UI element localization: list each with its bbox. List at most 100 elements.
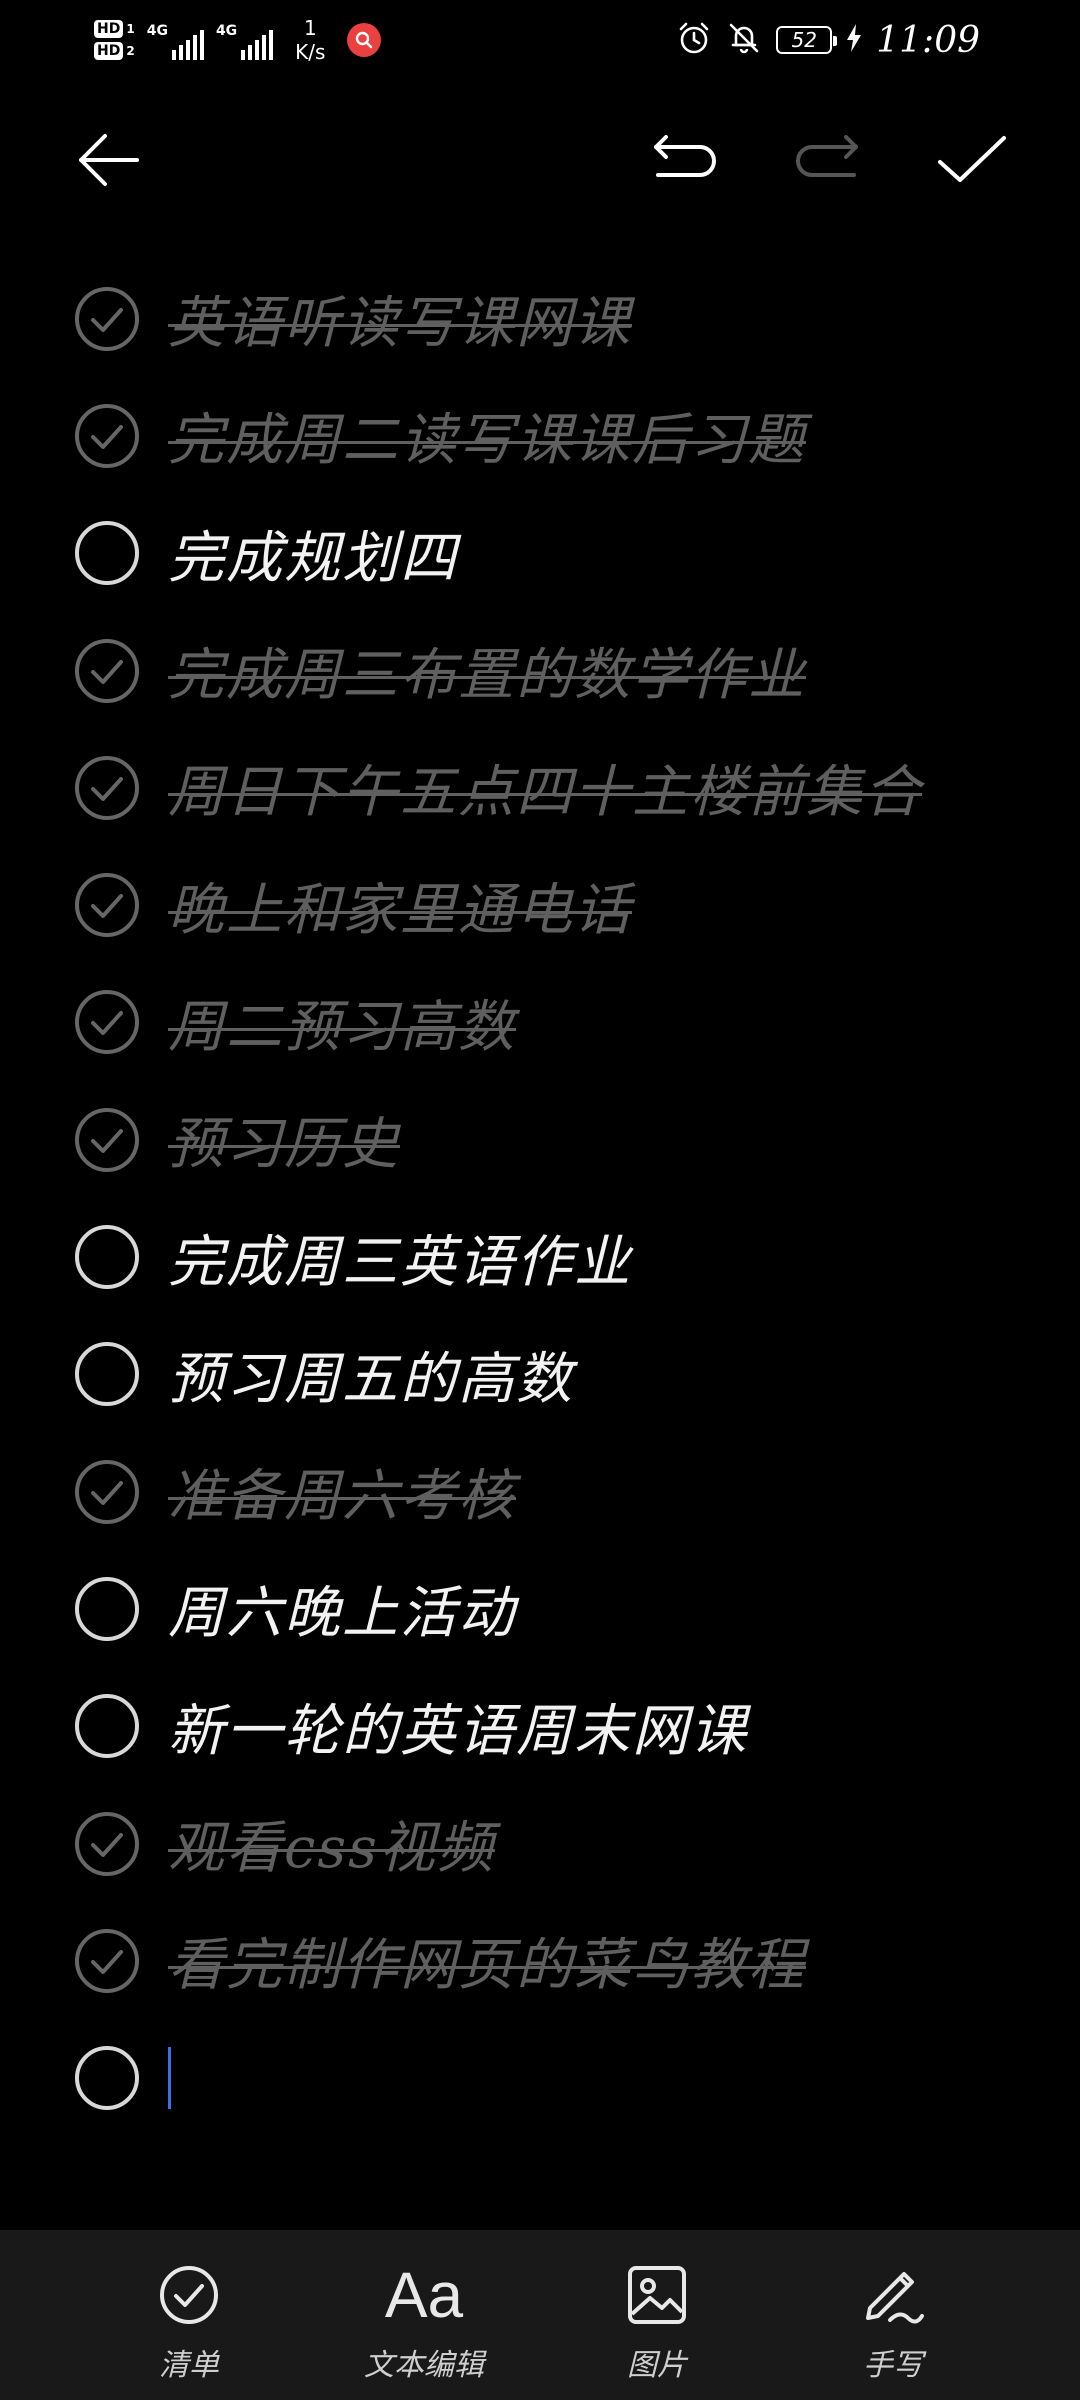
handwriting-button-label: 手写	[863, 2348, 923, 2383]
checklist-item-checkbox[interactable]	[74, 1341, 140, 1407]
checklist-item-text[interactable]: 完成规划四	[168, 513, 458, 594]
back-arrow-icon	[79, 134, 139, 186]
image-button[interactable]: 图片	[557, 2260, 757, 2384]
unchecked-circle-icon	[75, 1225, 139, 1290]
checklist-item-text[interactable]: 周六晚上活动	[168, 1568, 516, 1649]
hd-indicators: HD 1 HD 2	[94, 20, 135, 60]
checklist-item-text[interactable]: 周二预习高数	[168, 982, 516, 1063]
editor-toolbar	[0, 110, 1080, 210]
checklist-item-text[interactable]: 预习历史	[168, 1099, 400, 1180]
checklist-item-text[interactable]: 英语听读写课网课	[168, 278, 632, 359]
save-button[interactable]	[922, 110, 1022, 210]
checklist-item-text[interactable]: 新一轮的英语周末网课	[168, 1686, 748, 1767]
checked-circle-icon	[75, 873, 139, 938]
undo-icon	[654, 135, 716, 177]
image-icon	[626, 2260, 688, 2330]
checked-circle-icon	[75, 1459, 139, 1524]
checklist-item-checkbox[interactable]	[74, 520, 140, 586]
handwriting-button[interactable]: 手写	[793, 2260, 993, 2384]
checklist-item: 周二预习高数	[0, 964, 1080, 1081]
checklist-item: 完成规划四	[0, 495, 1080, 612]
hd-indicator-1: HD 1	[94, 20, 135, 38]
network-type-label: 4G	[215, 23, 238, 39]
checklist-item: 完成周三英语作业	[0, 1198, 1080, 1315]
checklist-item: 完成周三布置的数学作业	[0, 612, 1080, 729]
new-checklist-item	[0, 2019, 1080, 2136]
back-button[interactable]	[58, 110, 158, 210]
checklist-item-checkbox[interactable]	[74, 286, 140, 352]
handwriting-pen-icon	[860, 2260, 926, 2330]
checked-circle-icon	[75, 1928, 139, 1993]
hd-badge: HD	[94, 20, 124, 38]
checklist-button[interactable]: 清单	[89, 2260, 289, 2384]
checklist-item-checkbox[interactable]	[74, 989, 140, 1055]
network-speed-unit: K/s	[295, 40, 326, 64]
image-button-label: 图片	[627, 2348, 687, 2383]
checklist-item: 周六晚上活动	[0, 1550, 1080, 1667]
clock: 11:09	[876, 19, 980, 61]
checklist-item-checkbox[interactable]	[74, 1107, 140, 1173]
checklist-item-checkbox[interactable]	[74, 638, 140, 704]
checklist-item-checkbox[interactable]	[74, 1459, 140, 1525]
unchecked-circle-icon	[75, 2046, 139, 2111]
checked-circle-icon	[75, 990, 139, 1055]
checklist-item-text[interactable]: 完成周三布置的数学作业	[168, 630, 806, 711]
battery-level: 52	[791, 28, 817, 52]
checklist-item-text[interactable]: 准备周六考核	[168, 1451, 516, 1532]
new-item-checkbox[interactable]	[74, 2045, 140, 2111]
checklist-item-checkbox[interactable]	[74, 1576, 140, 1642]
alarm-icon	[676, 20, 712, 60]
checklist-item-text[interactable]: 看完制作网页的菜鸟教程	[168, 1920, 806, 2001]
checklist-item: 周日下午五点四十主楼前集合	[0, 729, 1080, 846]
unchecked-circle-icon	[75, 1342, 139, 1407]
text-format-icon: Aa	[385, 2260, 463, 2330]
unchecked-circle-icon	[75, 521, 139, 586]
checklist-icon	[158, 2260, 220, 2330]
unchecked-circle-icon	[75, 1576, 139, 1641]
status-left: HD 1 HD 2 4G 4G 1 K/s	[94, 8, 382, 72]
checklist-item: 晚上和家里通电话	[0, 846, 1080, 963]
checklist-item-text[interactable]: 完成周二读写课课后习题	[168, 395, 806, 476]
checklist-item-checkbox[interactable]	[74, 755, 140, 821]
text-format-glyph: Aa	[384, 2259, 464, 2331]
hd-badge: HD	[94, 42, 124, 60]
hd-slot-number: 2	[126, 44, 135, 58]
unchecked-circle-icon	[75, 1694, 139, 1759]
signal-bars-icon	[241, 30, 274, 60]
checklist-item-checkbox[interactable]	[74, 1693, 140, 1759]
checklist-item-text[interactable]: 观看css视频	[168, 1803, 495, 1884]
checklist-item-checkbox[interactable]	[74, 1224, 140, 1290]
redo-icon	[796, 135, 858, 177]
checklist-item: 观看css视频	[0, 1785, 1080, 1902]
checklist-item-text[interactable]: 完成周三英语作业	[168, 1217, 632, 1298]
undo-button[interactable]	[633, 110, 733, 210]
checklist-item-checkbox[interactable]	[74, 403, 140, 469]
checked-circle-icon	[75, 286, 139, 351]
network-speed: 1 K/s	[295, 16, 325, 64]
checklist-item-text[interactable]: 晚上和家里通电话	[168, 865, 632, 946]
checked-circle-icon	[75, 755, 139, 820]
redo-button[interactable]	[779, 110, 879, 210]
status-right: 52 11:09	[676, 10, 980, 70]
checklist-item-text[interactable]: 预习周五的高数	[168, 1334, 574, 1415]
network-speed-value: 1	[303, 16, 317, 40]
checklist-item-checkbox[interactable]	[74, 872, 140, 938]
checked-circle-icon	[75, 403, 139, 468]
checklist: 英语听读写课网课完成周二读写课课后习题 完成规划四完成周三布置的数学作业周日下午五…	[0, 260, 1080, 2137]
checklist-item-checkbox[interactable]	[74, 1928, 140, 1994]
checked-circle-icon	[75, 1811, 139, 1876]
checklist-item-checkbox[interactable]	[74, 1811, 140, 1877]
checklist-item: 预习历史	[0, 1081, 1080, 1198]
bottom-toolbar: 清单 Aa 文本编辑 图片 手写	[0, 2230, 1080, 2400]
signal-sim2: 4G	[215, 20, 274, 60]
text-edit-button[interactable]: Aa 文本编辑	[324, 2260, 524, 2384]
battery-indicator: 52	[776, 26, 838, 54]
mute-bell-icon	[726, 20, 762, 60]
text-caret	[168, 2047, 171, 2110]
checklist-item-text[interactable]: 周日下午五点四十主楼前集合	[168, 747, 922, 828]
checked-circle-icon	[75, 1107, 139, 1172]
search-app-notification-icon	[347, 23, 382, 57]
network-type-label: 4G	[146, 23, 168, 39]
checked-circle-icon	[75, 638, 139, 703]
signal-bars-icon	[171, 30, 204, 60]
